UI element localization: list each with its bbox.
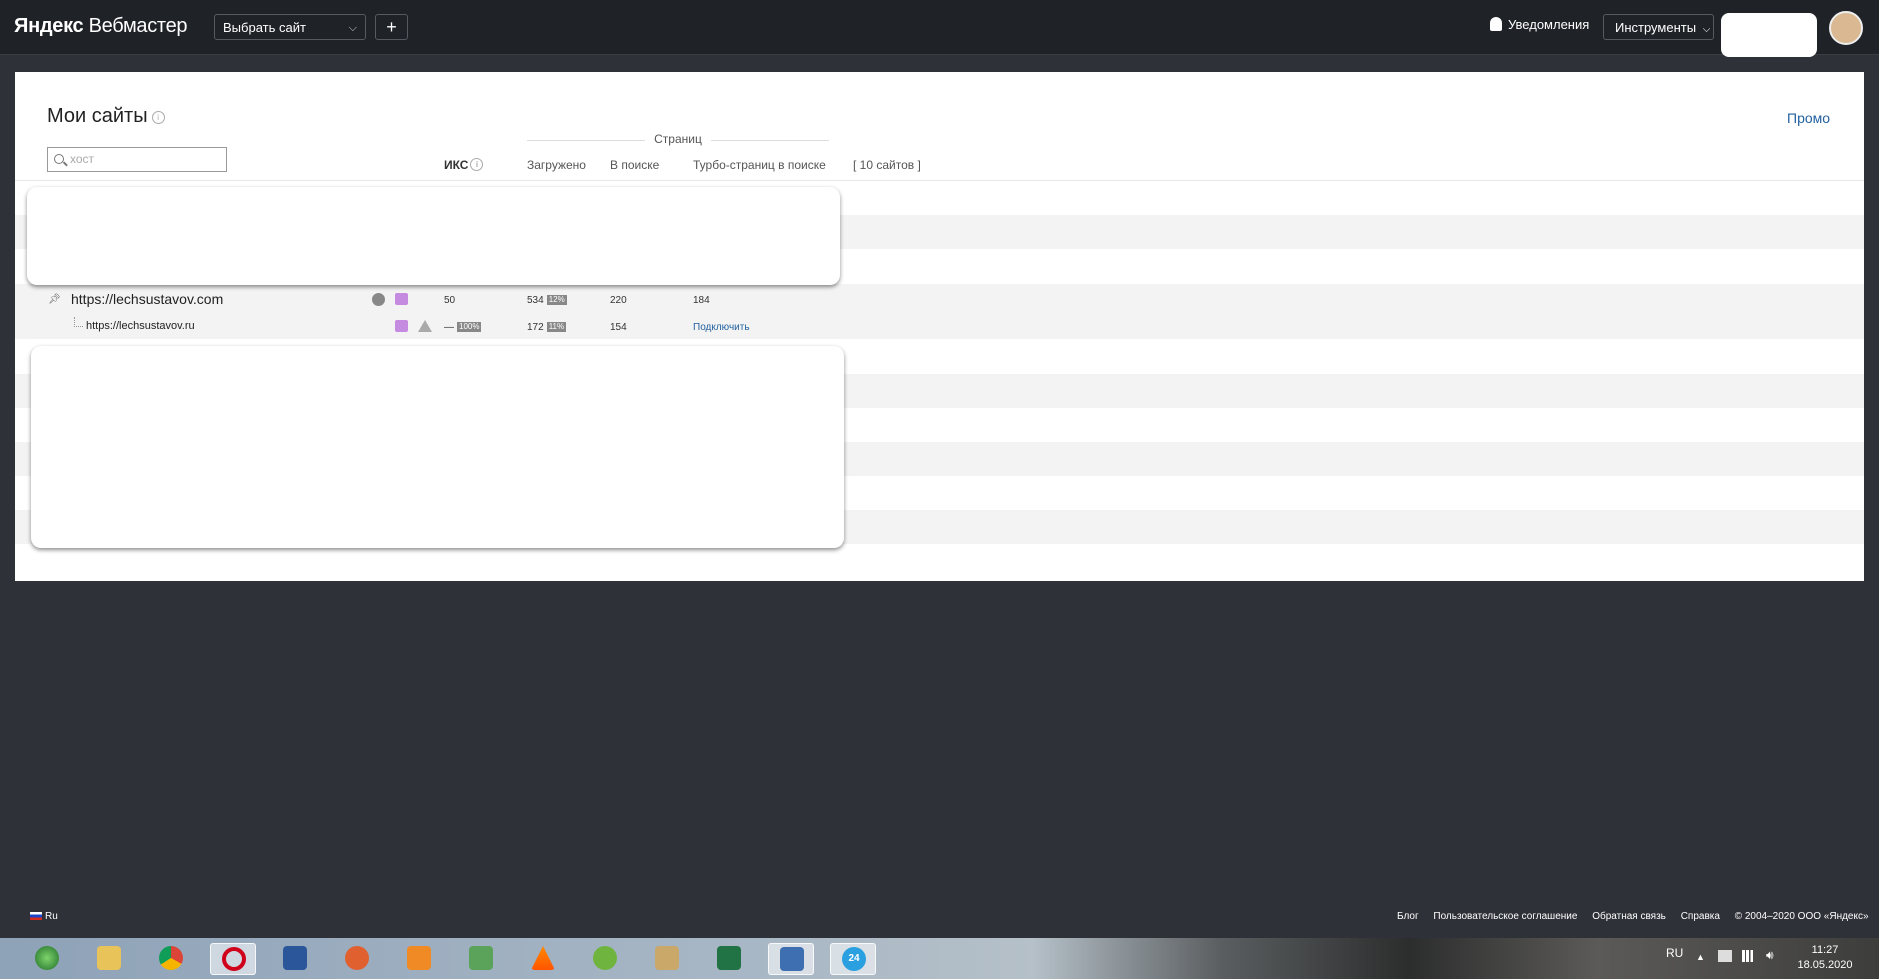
tools-label: Инструменты (1615, 20, 1697, 35)
redacted-block (27, 187, 840, 285)
russian-flag-icon (30, 912, 42, 920)
vlc-icon[interactable] (520, 943, 566, 975)
cell-in-search: 220 (610, 295, 627, 306)
site-url-sub[interactable]: https://lechsustavov.ru (86, 320, 195, 332)
app-24-icon[interactable]: 24 (830, 943, 876, 975)
cell-loaded-value: 534 (527, 295, 544, 306)
warning-icon[interactable] (418, 320, 432, 332)
divider (15, 180, 1864, 181)
logo-product: Вебмастер (88, 15, 188, 37)
info-icon[interactable]: i (470, 158, 484, 171)
eye-app-icon[interactable] (334, 943, 380, 975)
language-switcher[interactable]: Ru (30, 911, 58, 922)
footer-links: Блог Пользовательское соглашение Обратна… (1397, 911, 1879, 922)
tree-connector (74, 317, 83, 327)
footer-link-agreement[interactable]: Пользовательское соглашение (1433, 911, 1577, 922)
footer-link-feedback[interactable]: Обратная связь (1592, 911, 1666, 922)
sites-panel: Мои сайты i Промо хост Страниц ИКС i Загру… (15, 72, 1864, 581)
redacted-block (31, 346, 844, 548)
loaded-percent-badge: 12% (546, 295, 567, 305)
app-2-icon[interactable] (458, 943, 504, 975)
word-icon[interactable] (272, 943, 318, 975)
site-select-dropdown[interactable]: Выбрать сайт ⌵ (214, 14, 366, 40)
cell-loaded-value: 172 (527, 322, 544, 333)
pin-icon[interactable]: 📌︎ (48, 294, 61, 305)
folder-app-icon[interactable] (644, 943, 690, 975)
media-player-icon[interactable] (396, 943, 442, 975)
cell-loaded: 172 11% (527, 322, 567, 333)
add-site-button[interactable]: + (375, 14, 408, 40)
cell-iks: 50 (444, 295, 456, 306)
divider (527, 140, 645, 141)
cell-loaded: 534 12% (527, 295, 567, 306)
windows-taskbar: 24 (0, 938, 1879, 979)
chevron-up-icon[interactable]: ▲ (1696, 952, 1705, 962)
clock-date: 18.05.2020 (1797, 959, 1853, 971)
language-label: Ru (45, 911, 58, 922)
cell-iks: —100% (444, 322, 482, 333)
search-icon (54, 154, 64, 164)
loaded-percent-badge: 11% (546, 322, 567, 332)
promo-link[interactable]: Промо (1787, 110, 1830, 126)
avatar[interactable] (1829, 11, 1863, 45)
chrome-icon[interactable] (148, 943, 194, 975)
opera-icon[interactable] (210, 943, 256, 975)
cell-turbo: 184 (693, 295, 710, 306)
column-header-turbo[interactable]: Турбо-страниц в поиске (693, 158, 826, 172)
sites-count: [ 10 сайтов ] (853, 158, 921, 172)
copyright: © 2004–2020 ООО «Яндекс» (1734, 911, 1869, 922)
explorer-icon[interactable] (86, 943, 132, 975)
page-title-text: Мои сайты (47, 105, 148, 127)
bell-icon (1490, 17, 1502, 31)
tools-dropdown[interactable]: Инструменты ⌵ (1603, 14, 1714, 40)
yandex-webmaster-logo[interactable]: Яндекс Вебмастер (14, 15, 188, 38)
app-24-label: 24 (842, 947, 866, 971)
excel-icon[interactable] (706, 943, 752, 975)
pages-group-header: Страниц (527, 132, 829, 146)
page-title: Мои сайты i (47, 105, 165, 128)
notifications-label: Уведомления (1508, 17, 1590, 32)
utorrent-icon[interactable] (582, 943, 628, 975)
site-url-main[interactable]: https://lechsustavov.com (71, 291, 223, 307)
logo-brand: Яндекс (14, 15, 84, 37)
cell-in-search: 154 (610, 322, 627, 333)
chevron-down-icon: ⌵ (348, 22, 357, 34)
turbo-icon (395, 293, 408, 305)
search-placeholder: хост (70, 152, 95, 166)
footer-link-help[interactable]: Справка (1681, 911, 1720, 922)
tray-language[interactable]: RU (1666, 946, 1683, 960)
volume-icon[interactable]: 🔊︎ (1766, 948, 1774, 963)
taskbar-clock[interactable]: 11:27 18.05.2020 (1790, 943, 1860, 973)
network-app-icon[interactable] (768, 943, 814, 975)
notifications-button[interactable]: Уведомления (1490, 17, 1589, 32)
divider (711, 140, 829, 141)
table-row (15, 284, 1864, 339)
globe-icon (372, 293, 385, 306)
turbo-connect-link[interactable]: Подключить (693, 322, 750, 333)
turbo-icon (395, 320, 408, 332)
pages-group-label: Страниц (654, 132, 702, 146)
iks-percent-badge: 100% (457, 322, 482, 332)
start-orb-icon[interactable] (24, 943, 70, 975)
network-signal-icon[interactable] (1742, 950, 1756, 962)
info-icon[interactable]: i (151, 111, 165, 124)
footer-link-blog[interactable]: Блог (1397, 911, 1419, 922)
column-header-loaded[interactable]: Загружено (527, 158, 586, 172)
top-header: Яндекс Вебмастер Выбрать сайт ⌵ + Уведом… (0, 0, 1879, 57)
column-header-iks-label: ИКС (444, 158, 469, 172)
redacted-block (1721, 13, 1817, 57)
host-search-input[interactable]: хост (47, 147, 227, 172)
site-select-label: Выбрать сайт (223, 20, 306, 35)
action-center-icon[interactable] (1718, 950, 1732, 962)
column-header-iks[interactable]: ИКС i (444, 158, 484, 172)
clock-time: 11:27 (1811, 944, 1839, 956)
chevron-down-icon: ⌵ (1702, 24, 1711, 35)
cell-iks-value: — (444, 322, 454, 333)
column-header-in-search[interactable]: В поиске (610, 158, 659, 172)
